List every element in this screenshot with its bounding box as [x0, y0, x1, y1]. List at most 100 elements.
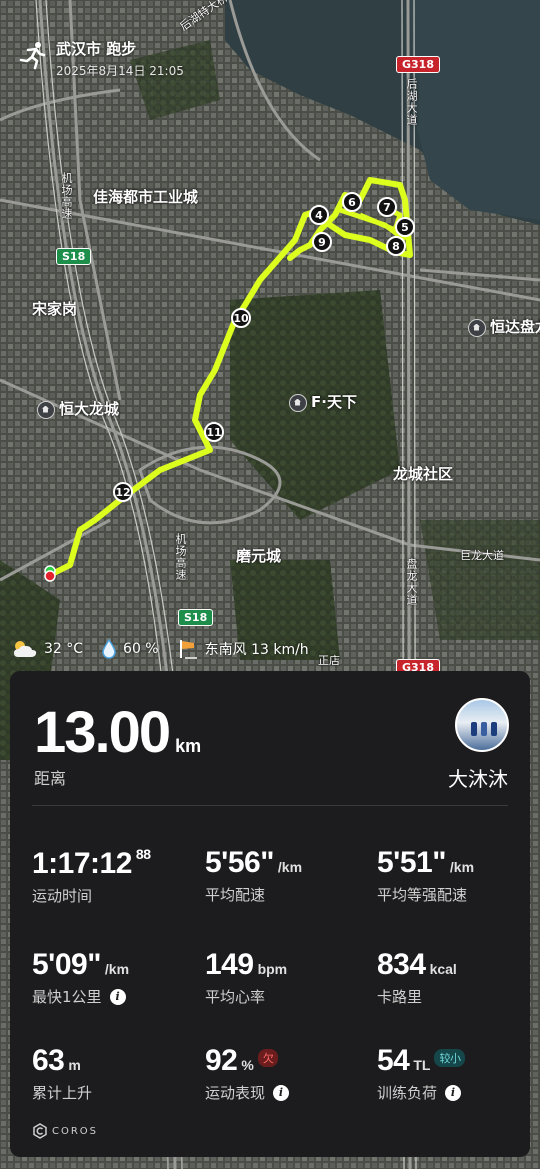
wind-value: 东南风 13 km/h	[204, 642, 309, 658]
map-label-text: 恒达盘龙	[490, 318, 540, 336]
km-marker-6[interactable]: 6	[342, 192, 362, 212]
info-icon[interactable]: i	[109, 988, 126, 1005]
map-label-songjiagang: 宋家岗	[32, 300, 78, 318]
stat-grade-pace: 5'51"/km 平均等强配速	[377, 846, 474, 905]
km-marker-12[interactable]: 12	[113, 482, 133, 502]
stat-performance-value: 92	[205, 1044, 238, 1077]
distance-label: 距离	[34, 769, 67, 788]
km-marker-5[interactable]: 5	[395, 217, 415, 237]
stat-performance-value-row: 92% 欠	[205, 1044, 289, 1078]
stat-grade-pace-label: 平均等强配速	[377, 886, 468, 904]
stat-time-value-row: 1:17:12 88	[32, 846, 151, 881]
stat-time-label: 运动时间	[32, 887, 93, 905]
map-label-moyuancheng: 磨元城	[236, 547, 282, 565]
humidity-drop-icon	[102, 639, 116, 659]
map-label-airport-expressway-2: 机场高速	[174, 533, 187, 581]
avatar-figure	[481, 722, 487, 736]
map-label-longcheng-community: 龙城社区	[393, 465, 454, 483]
stat-performance-label-row: 运动表现 i	[205, 1082, 290, 1103]
map-label-hengda-panlong: 恒达盘龙	[468, 316, 540, 337]
stat-performance-unit: %	[241, 1057, 254, 1073]
end-marker	[44, 570, 56, 582]
stat-elevation-value: 63	[32, 1044, 65, 1077]
stat-grade-pace-value: 5'51"	[377, 846, 446, 879]
stat-fastest-km-label-row: 最快1公里 i	[32, 986, 129, 1007]
stat-avg-pace: 5'56"/km 平均配速	[205, 846, 302, 905]
activity-title: 武汉市 跑步	[56, 40, 137, 58]
stat-calories: 834 kcal 卡路里	[377, 948, 457, 1007]
stat-performance-label: 运动表现	[205, 1084, 266, 1102]
stat-elevation-label: 累计上升	[32, 1084, 93, 1102]
map-label-text: 恒大龙城	[59, 400, 120, 418]
stat-avg-hr-label: 平均心率	[205, 988, 266, 1006]
stat-fastest-km-unit: /km	[104, 961, 130, 977]
stat-calories-unit: kcal	[429, 961, 457, 977]
stat-avg-pace-unit: /km	[277, 859, 303, 875]
stat-time-hundredths: 88	[135, 846, 151, 862]
stat-avg-hr: 149 bpm 平均心率	[205, 948, 287, 1007]
stat-avg-pace-value-row: 5'56"/km	[205, 846, 302, 880]
km-marker-10[interactable]: 10	[231, 308, 251, 328]
performance-badge: 欠	[257, 1049, 279, 1067]
coros-mark-icon	[33, 1123, 47, 1139]
stat-calories-value: 834	[377, 948, 426, 981]
km-marker-9[interactable]: 9	[312, 232, 332, 252]
km-marker-11[interactable]: 11	[204, 422, 224, 442]
divider	[32, 805, 508, 806]
map-label-hengda-longcheng: 恒大龙城	[37, 398, 119, 419]
wind-flag-icon	[179, 640, 197, 659]
coros-logo: COROS	[32, 1123, 98, 1139]
road-shield-s18-left: S18	[56, 248, 92, 265]
info-icon[interactable]: i	[273, 1084, 290, 1101]
road-shield-g318-top: G318	[396, 56, 440, 73]
stat-grade-pace-unit: /km	[449, 859, 475, 875]
stat-training-load-value: 54	[377, 1044, 410, 1077]
stat-performance: 92% 欠 运动表现 i	[205, 1044, 290, 1103]
poi-icon	[37, 400, 55, 419]
km-marker-7[interactable]: 7	[377, 197, 397, 217]
avatar-figure	[491, 722, 497, 736]
stat-avg-hr-value-row: 149 bpm	[205, 948, 287, 982]
temperature-value: 32 °C	[44, 641, 84, 657]
map-label-houhu-avenue: 后湖大道	[405, 78, 418, 126]
stat-time: 1:17:12 88 运动时间	[32, 846, 151, 906]
stat-training-load-label-row: 训练负荷 i	[377, 1082, 465, 1103]
distance-display: 13.00 km	[34, 699, 201, 766]
humidity-value: 60 %	[123, 641, 159, 657]
stat-training-load-unit: TL	[413, 1057, 431, 1073]
humidity-item: 60 %	[101, 639, 159, 659]
running-person-icon	[19, 42, 46, 70]
activity-header: 武汉市 跑步 2025年8月14日 21:05	[18, 38, 184, 79]
header-text: 武汉市 跑步 2025年8月14日 21:05	[56, 38, 184, 79]
map-label-panlong-avenue: 盘龙大道	[405, 558, 418, 606]
stat-training-load-value-row: 54 TL 较小	[377, 1044, 466, 1078]
stat-fastest-km-value-row: 5'09"/km	[32, 948, 129, 982]
stat-avg-hr-value: 149	[205, 948, 254, 981]
stat-calories-label: 卡路里	[377, 988, 423, 1006]
map-label-julong-avenue: 巨龙大道	[460, 549, 504, 562]
avatar-figure	[471, 722, 477, 736]
distance-value: 13.00	[34, 700, 171, 765]
coros-wordmark: COROS	[52, 1125, 99, 1137]
stat-fastest-km-label: 最快1公里	[32, 988, 102, 1006]
username[interactable]: 大沐沐	[448, 763, 508, 792]
info-icon[interactable]: i	[445, 1084, 462, 1101]
stat-avg-pace-label: 平均配速	[205, 886, 266, 904]
km-marker-4[interactable]: 4	[309, 205, 329, 225]
km-marker-8[interactable]: 8	[386, 236, 406, 256]
stat-elevation: 63 m 累计上升	[32, 1044, 92, 1103]
partly-cloudy-icon	[14, 641, 37, 657]
weather-bar: 32 °C 60 % 东南风 13 km/h	[12, 638, 327, 660]
map-label-text: F·天下	[311, 393, 357, 411]
stat-time-value: 1:17:12	[32, 847, 132, 880]
stat-training-load: 54 TL 较小 训练负荷 i	[377, 1044, 466, 1103]
stat-training-load-label: 训练负荷	[377, 1084, 438, 1102]
stat-calories-value-row: 834 kcal	[377, 948, 457, 982]
training-load-badge: 较小	[434, 1049, 466, 1067]
stat-grade-pace-value-row: 5'51"/km	[377, 846, 474, 880]
stat-fastest-km: 5'09"/km 最快1公里 i	[32, 948, 129, 1007]
stat-elevation-unit: m	[68, 1057, 81, 1073]
avatar[interactable]	[455, 698, 509, 752]
poi-icon	[468, 318, 486, 337]
map-label-airport-expressway: 机场高速	[60, 172, 73, 220]
